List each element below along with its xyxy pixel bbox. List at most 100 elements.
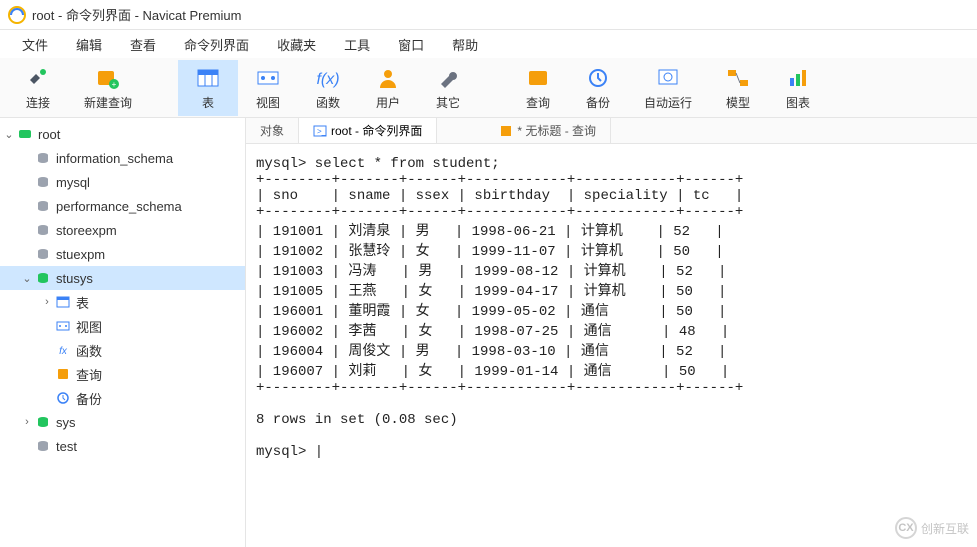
- node-label: 表: [76, 293, 89, 312]
- database-open-icon: [34, 413, 52, 431]
- toolbar-table-label: 表: [202, 94, 214, 111]
- toolbar-chart[interactable]: 图表: [768, 60, 828, 116]
- database-icon: [34, 245, 52, 263]
- tab-untitled-query[interactable]: * 无标题 - 查询: [485, 118, 611, 143]
- tab-objects[interactable]: 对象: [246, 118, 299, 143]
- svg-text:fx: fx: [59, 346, 68, 357]
- node-backups[interactable]: 备份: [0, 386, 245, 410]
- query-icon: [524, 64, 552, 92]
- toolbar-view-label: 视图: [256, 94, 280, 111]
- db-label: stusys: [56, 271, 93, 286]
- tab-label: * 无标题 - 查询: [517, 122, 596, 139]
- toolbar-new-query-label: 新建查询: [84, 94, 132, 111]
- chart-icon: [784, 64, 812, 92]
- query-tab-icon: [499, 124, 513, 138]
- connection-icon: [16, 125, 34, 143]
- function-icon: f(x): [314, 64, 342, 92]
- toolbar-function[interactable]: f(x) 函数: [298, 60, 358, 116]
- toolbar-new-query[interactable]: + 新建查询: [68, 60, 148, 116]
- db-label: stuexpm: [56, 247, 105, 262]
- chevron-right-icon[interactable]: ›: [40, 296, 54, 308]
- menu-tools[interactable]: 工具: [330, 31, 384, 58]
- toolbar-table[interactable]: 表: [178, 60, 238, 116]
- db-test[interactable]: test: [0, 434, 245, 458]
- toolbar-other[interactable]: 其它: [418, 60, 478, 116]
- menu-help[interactable]: 帮助: [438, 31, 492, 58]
- node-tables[interactable]: ›表: [0, 290, 245, 314]
- tabbar: 对象 >_ root - 命令列界面 * 无标题 - 查询: [246, 118, 977, 144]
- terminal-output[interactable]: mysql> select * from student; +--------+…: [246, 144, 977, 547]
- conn-root[interactable]: ⌄ root: [0, 122, 245, 146]
- toolbar-view[interactable]: 视图: [238, 60, 298, 116]
- queries-icon: [54, 365, 72, 383]
- chevron-down-icon[interactable]: ⌄: [20, 272, 34, 285]
- node-functions[interactable]: fx 函数: [0, 338, 245, 362]
- node-label: 备份: [76, 389, 102, 408]
- db-label: test: [56, 439, 77, 454]
- db-storeexpm[interactable]: storeexpm: [0, 218, 245, 242]
- model-icon: [724, 64, 752, 92]
- menu-edit[interactable]: 编辑: [62, 31, 116, 58]
- toolbar-connect-label: 连接: [26, 94, 50, 111]
- db-information-schema[interactable]: information_schema: [0, 146, 245, 170]
- toolbar-automation[interactable]: 自动运行: [628, 60, 708, 116]
- toolbar-backup[interactable]: 备份: [568, 60, 628, 116]
- db-mysql[interactable]: mysql: [0, 170, 245, 194]
- tab-label: 对象: [260, 122, 284, 139]
- db-label: mysql: [56, 175, 90, 190]
- toolbar-model[interactable]: 模型: [708, 60, 768, 116]
- node-label: 查询: [76, 365, 102, 384]
- plug-icon: [24, 64, 52, 92]
- menu-console[interactable]: 命令列界面: [170, 31, 263, 58]
- svg-text:+: +: [112, 80, 117, 89]
- node-queries[interactable]: 查询: [0, 362, 245, 386]
- chevron-down-icon[interactable]: ⌄: [2, 128, 16, 141]
- menu-window[interactable]: 窗口: [384, 31, 438, 58]
- svg-text:f(x): f(x): [316, 71, 339, 88]
- database-icon: [34, 197, 52, 215]
- toolbar-user[interactable]: 用户: [358, 60, 418, 116]
- app-logo-icon: [8, 6, 26, 24]
- tab-label: root - 命令列界面: [331, 122, 422, 139]
- database-open-icon: [34, 269, 52, 287]
- db-sys[interactable]: ›sys: [0, 410, 245, 434]
- backup-icon: [584, 64, 612, 92]
- backups-icon: [54, 389, 72, 407]
- db-performance-schema[interactable]: performance_schema: [0, 194, 245, 218]
- views-icon: [54, 317, 72, 335]
- conn-root-label: root: [38, 127, 60, 142]
- tab-console[interactable]: >_ root - 命令列界面: [299, 118, 437, 143]
- sidebar[interactable]: ⌄ root information_schema mysql performa…: [0, 118, 246, 547]
- toolbar-backup-label: 备份: [586, 94, 610, 111]
- tables-icon: [54, 293, 72, 311]
- titlebar: root - 命令列界面 - Navicat Premium: [0, 0, 977, 30]
- menu-file[interactable]: 文件: [8, 31, 62, 58]
- svg-text:>_: >_: [317, 127, 327, 136]
- node-label: 视图: [76, 317, 102, 336]
- database-icon: [34, 221, 52, 239]
- toolbar-query-label: 查询: [526, 94, 550, 111]
- toolbar-function-label: 函数: [316, 94, 340, 111]
- node-views[interactable]: 视图: [0, 314, 245, 338]
- toolbar-query[interactable]: 查询: [508, 60, 568, 116]
- wrench-icon: [434, 64, 462, 92]
- watermark: CX 创新互联: [895, 517, 969, 539]
- main-panel: 对象 >_ root - 命令列界面 * 无标题 - 查询 mysql> sel…: [246, 118, 977, 547]
- toolbar-model-label: 模型: [726, 94, 750, 111]
- toolbar-other-label: 其它: [436, 94, 460, 111]
- fx-icon: fx: [54, 341, 72, 359]
- chevron-right-icon[interactable]: ›: [20, 416, 34, 428]
- db-stusys[interactable]: ⌄ stusys: [0, 266, 245, 290]
- menu-view[interactable]: 查看: [116, 31, 170, 58]
- menubar: 文件 编辑 查看 命令列界面 收藏夹 工具 窗口 帮助: [0, 30, 977, 58]
- db-stuexpm[interactable]: stuexpm: [0, 242, 245, 266]
- user-icon: [374, 64, 402, 92]
- toolbar-automation-label: 自动运行: [644, 94, 692, 111]
- db-label: performance_schema: [56, 199, 182, 214]
- toolbar-connect[interactable]: 连接: [8, 60, 68, 116]
- db-label: information_schema: [56, 151, 173, 166]
- view-icon: [254, 64, 282, 92]
- node-label: 函数: [76, 341, 102, 360]
- database-icon: [34, 173, 52, 191]
- menu-favorites[interactable]: 收藏夹: [263, 31, 330, 58]
